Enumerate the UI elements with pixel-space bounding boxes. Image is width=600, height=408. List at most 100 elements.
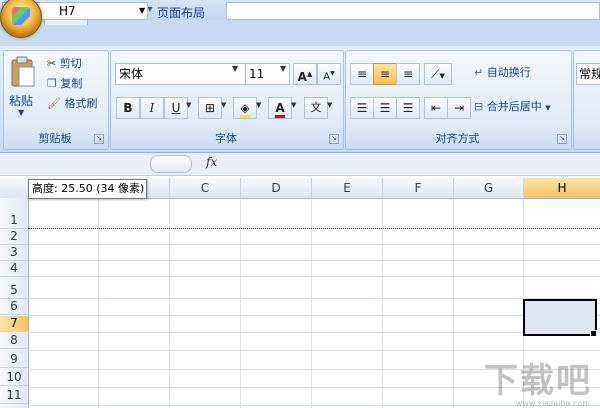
grid-line <box>98 198 99 408</box>
grid-line <box>28 260 600 261</box>
cut-label: 剪切 <box>59 57 82 70</box>
row-header-8[interactable]: 8 <box>0 333 28 349</box>
grid-line <box>453 198 454 408</box>
name-box-dropdown-icon[interactable]: ▼ <box>139 3 145 19</box>
wrap-text-button[interactable]: ↵ 自动换行 <box>474 63 531 83</box>
orientation-button[interactable]: ⟋▼ <box>424 63 452 85</box>
wrap-text-label: 自动换行 <box>486 66 531 79</box>
brush-icon: 🖌 <box>47 97 61 110</box>
alignment-launcher-icon[interactable]: ↘ <box>557 134 567 144</box>
grid-line <box>28 405 600 406</box>
paste-button[interactable]: 粘贴 <box>9 92 33 109</box>
align-bottom-button[interactable]: ≡ <box>396 63 420 85</box>
merge-center-icon: ⊟ <box>474 100 484 113</box>
merge-center-dropdown-icon: ▼ <box>545 104 551 112</box>
row-header-7[interactable]: 7 <box>0 316 28 332</box>
grid-line <box>28 244 600 245</box>
decrease-indent-button[interactable]: ⇤ <box>424 97 448 119</box>
selected-cell-h7[interactable] <box>523 299 597 336</box>
font-name-value: 宋体 <box>119 67 144 81</box>
row-header-9[interactable]: 9 <box>0 352 28 368</box>
column-header-d[interactable]: D <box>241 178 312 198</box>
underline-dropdown-icon[interactable]: ▼ <box>186 101 191 109</box>
number-format-box[interactable]: 常规 <box>576 63 600 85</box>
grid-line <box>382 198 383 408</box>
format-painter-button[interactable]: 🖌 格式刷 <box>47 94 97 114</box>
number-format-value: 常规 <box>579 67 600 81</box>
font-size-dropdown-icon[interactable]: ▼ <box>280 64 286 73</box>
border-button[interactable]: ⊞ <box>198 97 222 119</box>
font-color-dropdown-icon[interactable]: ▼ <box>291 101 296 109</box>
row-header-1[interactable]: 1 <box>0 213 28 229</box>
font-launcher-icon[interactable]: ↘ <box>329 134 339 144</box>
decrease-indent-icon: ⇤ <box>430 101 442 115</box>
wrap-text-icon: ↵ <box>474 66 484 79</box>
row-resize-guide <box>28 228 600 229</box>
insert-function-icon[interactable]: fx <box>206 155 217 169</box>
cut-button[interactable]: ✂ 剪切 <box>47 54 82 74</box>
grid-line <box>240 198 241 408</box>
copy-button[interactable]: ❐ 复制 <box>47 74 82 94</box>
underline-button[interactable]: U <box>164 97 188 119</box>
font-color-button[interactable]: A <box>268 97 292 119</box>
column-header-h[interactable]: H <box>524 178 600 198</box>
align-center-icon: ☰ <box>379 101 391 115</box>
grow-font-label: A <box>297 70 307 84</box>
phonetic-label: 文 <box>310 101 322 114</box>
row-header-3[interactable]: 3 <box>0 245 28 261</box>
grid-line <box>28 298 600 299</box>
align-right-button[interactable]: ☰ <box>396 97 420 119</box>
align-top-button[interactable]: ≡ <box>350 63 374 85</box>
align-left-icon: ☰ <box>356 101 368 115</box>
tab-page-layout[interactable]: 页面布局 <box>148 3 214 24</box>
formula-input[interactable] <box>226 2 600 20</box>
italic-button[interactable]: I <box>140 97 164 119</box>
font-name-dropdown-icon[interactable]: ▼ <box>232 64 238 73</box>
phonetic-dropdown-icon[interactable]: ▼ <box>327 101 332 109</box>
clipboard-launcher-icon[interactable]: ↘ <box>94 134 104 144</box>
grid-line <box>311 198 312 408</box>
paste-icon[interactable] <box>10 56 38 88</box>
grid-line <box>169 198 170 408</box>
border-dropdown-icon[interactable]: ▼ <box>221 101 226 109</box>
align-middle-button[interactable]: ≡ <box>373 63 397 85</box>
increase-indent-button[interactable]: ⇥ <box>447 97 471 119</box>
fill-handle[interactable] <box>590 330 597 337</box>
formula-bar <box>0 153 600 176</box>
grid-line <box>28 332 600 333</box>
watermark-logo: 下载吧 <box>484 361 592 401</box>
align-middle-icon: ≡ <box>379 67 391 81</box>
formula-bar-handle[interactable] <box>150 155 192 173</box>
format-painter-label: 格式刷 <box>64 97 98 110</box>
copy-label: 复制 <box>60 77 83 90</box>
grid-line <box>28 350 600 351</box>
align-center-button[interactable]: ☰ <box>373 97 397 119</box>
select-all-corner[interactable] <box>0 178 29 198</box>
column-header-c[interactable]: C <box>170 178 241 198</box>
fill-color-button[interactable]: ◈ <box>233 97 257 119</box>
row-header-4[interactable]: 4 <box>0 261 28 277</box>
font-group-label: 字体 <box>215 132 237 145</box>
shrink-font-button[interactable]: A▼ <box>317 63 341 85</box>
align-left-button[interactable]: ☰ <box>350 97 374 119</box>
row-header-2[interactable]: 2 <box>0 229 28 245</box>
paste-dropdown-icon[interactable]: ▼ <box>18 108 24 117</box>
name-box-value: H7 <box>59 4 76 18</box>
merge-center-button[interactable]: ⊟ 合并后居中 ▼ <box>474 97 551 117</box>
font-name-box[interactable]: 宋体 <box>115 63 246 85</box>
fill-color-dropdown-icon[interactable]: ▼ <box>256 101 261 109</box>
column-header-f[interactable]: F <box>383 178 454 198</box>
office-logo-icon <box>12 7 30 25</box>
phonetic-button[interactable]: 文 <box>304 97 328 119</box>
column-header-g[interactable]: G <box>454 178 524 198</box>
row-header-5[interactable]: 5 <box>0 283 28 299</box>
align-bottom-icon: ≡ <box>402 67 414 81</box>
scissors-icon: ✂ <box>47 57 57 70</box>
row-header-11[interactable]: 11 <box>0 388 28 404</box>
column-header-e[interactable]: E <box>312 178 383 198</box>
copy-icon: ❐ <box>47 77 57 90</box>
grow-font-button[interactable]: A▲ <box>293 63 317 85</box>
row-header-10[interactable]: 10 <box>0 370 28 386</box>
bold-button[interactable]: B <box>116 97 140 119</box>
row-header-6[interactable]: 6 <box>0 299 28 315</box>
